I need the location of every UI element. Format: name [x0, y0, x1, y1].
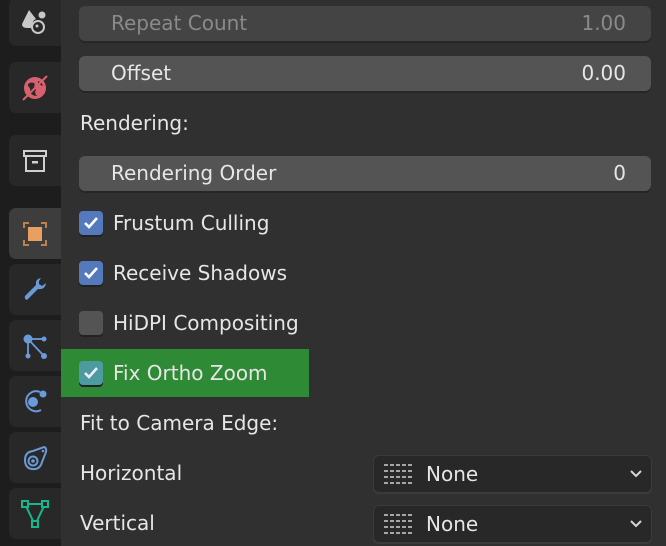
wrench-icon: [24, 277, 46, 300]
physics-constraint-icon: [23, 445, 48, 470]
vertical-label: Vertical: [80, 511, 155, 535]
offset-value: 0.00: [581, 61, 626, 85]
horizontal-dropdown-value: None: [426, 462, 479, 486]
fit-to-camera-edge-label: Fit to Camera Edge:: [80, 411, 279, 435]
vertical-dropdown[interactable]: None: [373, 505, 652, 543]
tab-object[interactable]: [9, 208, 61, 259]
checkmark-icon: [84, 217, 98, 229]
fix-ortho-zoom-label: Fix Ortho Zoom: [113, 361, 268, 385]
chevron-down-icon: [630, 470, 642, 478]
frustum-culling-checkbox[interactable]: Frustum Culling: [61, 199, 309, 247]
receive-shadows-checkbox[interactable]: Receive Shadows: [61, 249, 309, 297]
rendering-order-field[interactable]: Rendering Order 0: [79, 156, 651, 191]
checkbox-box[interactable]: [79, 311, 103, 335]
checkbox-box[interactable]: [79, 361, 103, 385]
align-icon: [384, 464, 412, 484]
rendering-order-label: Rendering Order: [111, 161, 277, 185]
checkmark-icon: [84, 367, 98, 379]
fix-ortho-zoom-checkbox[interactable]: Fix Ortho Zoom: [61, 349, 309, 397]
repeat-count-value: 1.00: [581, 11, 626, 35]
horizontal-label: Horizontal: [80, 461, 183, 485]
shading-icon: [22, 10, 46, 34]
collection-icon: [23, 149, 47, 172]
world-icon: [22, 74, 48, 101]
object-icon: [23, 221, 47, 246]
horizontal-dropdown[interactable]: None: [373, 455, 652, 493]
tab-data[interactable]: [9, 488, 61, 539]
offset-field[interactable]: Offset 0.00: [79, 56, 651, 91]
hidpi-compositing-label: HiDPI Compositing: [113, 311, 299, 335]
tab-world[interactable]: [9, 62, 61, 113]
tab-shading[interactable]: [9, 0, 61, 46]
tab-constraints[interactable]: [9, 432, 61, 483]
repeat-count-field[interactable]: Repeat Count 1.00: [79, 6, 651, 41]
offset-label: Offset: [111, 61, 172, 85]
properties-panel: Repeat Count 1.00 Offset 0.00 Rendering:…: [61, 0, 666, 546]
tab-particles[interactable]: [9, 320, 61, 371]
vertical-dropdown-value: None: [426, 512, 479, 536]
tab-collection[interactable]: [9, 135, 61, 186]
tab-modifiers[interactable]: [9, 264, 61, 315]
tab-physics[interactable]: [9, 376, 61, 427]
checkbox-box[interactable]: [79, 261, 103, 285]
particles-icon: [23, 334, 47, 359]
properties-tab-bar: [0, 0, 61, 546]
receive-shadows-label: Receive Shadows: [113, 261, 287, 285]
frustum-culling-label: Frustum Culling: [113, 211, 270, 235]
hidpi-compositing-checkbox[interactable]: HiDPI Compositing: [61, 299, 309, 347]
rendering-section-label: Rendering:: [80, 111, 189, 135]
chevron-down-icon: [630, 520, 642, 528]
mesh-data-icon: [21, 499, 49, 528]
checkmark-icon: [84, 267, 98, 279]
physics-icon: [25, 389, 47, 412]
checkbox-box[interactable]: [79, 211, 103, 235]
repeat-count-label: Repeat Count: [111, 11, 248, 35]
rendering-order-value: 0: [613, 161, 626, 185]
align-icon: [384, 514, 412, 534]
